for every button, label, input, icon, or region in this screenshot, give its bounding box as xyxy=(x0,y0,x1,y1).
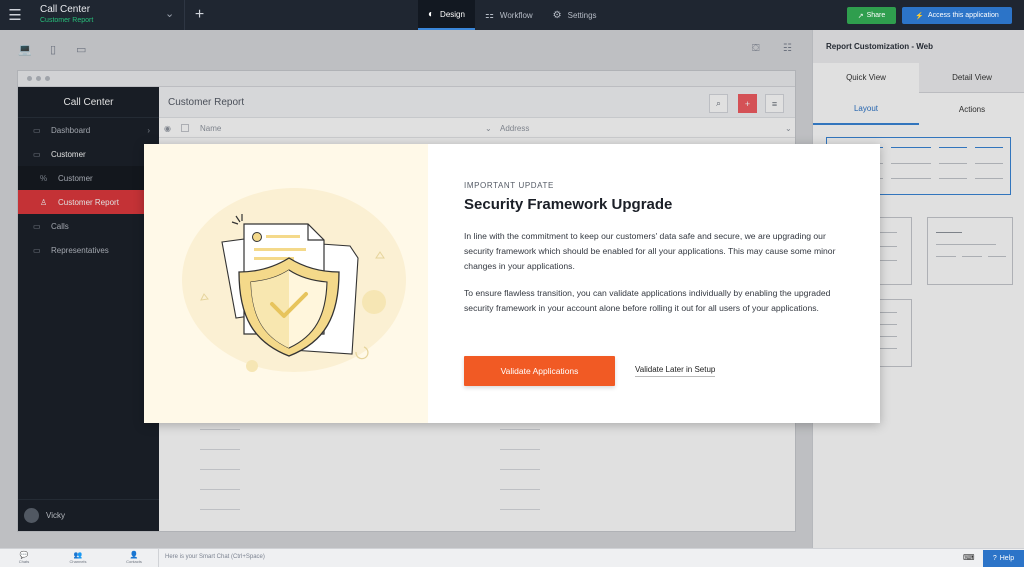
chevron-down-icon[interactable]: ⌄ xyxy=(165,7,174,20)
access-label: Access this application xyxy=(927,12,999,19)
share-button[interactable]: ↗ Share xyxy=(847,7,896,24)
channels-icon: 👥 xyxy=(73,552,83,559)
hamburger-menu-icon[interactable]: ☰ xyxy=(0,0,30,30)
contacts-button[interactable]: 👤 Contacts xyxy=(122,551,146,564)
access-application-button[interactable]: ⚡ Access this application xyxy=(902,7,1012,24)
workflow-icon: ⚏ xyxy=(484,9,494,21)
security-shield-illustration xyxy=(182,188,406,372)
security-upgrade-modal: IMPORTANT UPDATE Security Framework Upgr… xyxy=(144,144,880,423)
tab-design-label: Design xyxy=(440,9,465,19)
chat-icon: 💬 xyxy=(19,552,29,559)
modal-paragraph-1: In line with the commitment to keep our … xyxy=(464,231,836,271)
tab-workflow-label: Workflow xyxy=(499,10,533,20)
contacts-icon: 👤 xyxy=(129,552,139,559)
chats-button[interactable]: 💬 Chats xyxy=(12,551,36,564)
modal-title: Security Framework Upgrade xyxy=(464,196,673,213)
top-bar: ☰ Call Center Customer Report ⌄ + ◐ Desi… xyxy=(0,0,1024,30)
validate-applications-button[interactable]: Validate Applications xyxy=(464,356,615,386)
help-label: Help xyxy=(999,555,1015,562)
modal-eyebrow: IMPORTANT UPDATE xyxy=(464,181,554,190)
contacts-label: Contacts xyxy=(126,559,142,564)
gear-icon: ⚙ xyxy=(552,9,562,21)
modal-illustration-panel xyxy=(144,144,428,423)
palette-icon: ◐ xyxy=(428,8,435,20)
keyboard-icon[interactable]: ⌨ xyxy=(963,553,975,562)
app-title[interactable]: Call Center xyxy=(40,4,90,15)
smart-chat-input[interactable]: Here is your Smart Chat (Ctrl+Space) xyxy=(158,549,958,567)
validate-later-link[interactable]: Validate Later in Setup xyxy=(635,365,716,377)
help-button[interactable]: ? Help xyxy=(983,550,1024,567)
channels-label: Channels xyxy=(69,559,87,564)
lightning-icon: ⚡ xyxy=(915,12,924,20)
top-tabs: ◐ Design ⚏ Workflow ⚙ Settings xyxy=(418,0,607,30)
share-label: Share xyxy=(866,12,886,19)
modal-actions: Validate Applications Validate Later in … xyxy=(464,356,716,386)
tab-design[interactable]: ◐ Design xyxy=(418,0,475,30)
modal-paragraph-2: To ensure flawless transition, you can v… xyxy=(464,288,831,313)
add-icon[interactable]: + xyxy=(184,0,214,30)
chats-label: Chats xyxy=(18,559,30,564)
share-icon: ↗ xyxy=(857,12,864,20)
app-subtitle: Customer Report xyxy=(40,17,94,24)
modal-content: IMPORTANT UPDATE Security Framework Upgr… xyxy=(428,144,880,423)
channels-button[interactable]: 👥 Channels xyxy=(66,551,90,564)
tab-settings[interactable]: ⚙ Settings xyxy=(543,0,607,30)
tab-settings-label: Settings xyxy=(567,10,597,20)
tab-workflow[interactable]: ⚏ Workflow xyxy=(475,0,543,30)
bottom-bar: 💬 Chats 👥 Channels 👤 Contacts Here is yo… xyxy=(0,548,1024,567)
question-icon: ? xyxy=(992,555,997,562)
